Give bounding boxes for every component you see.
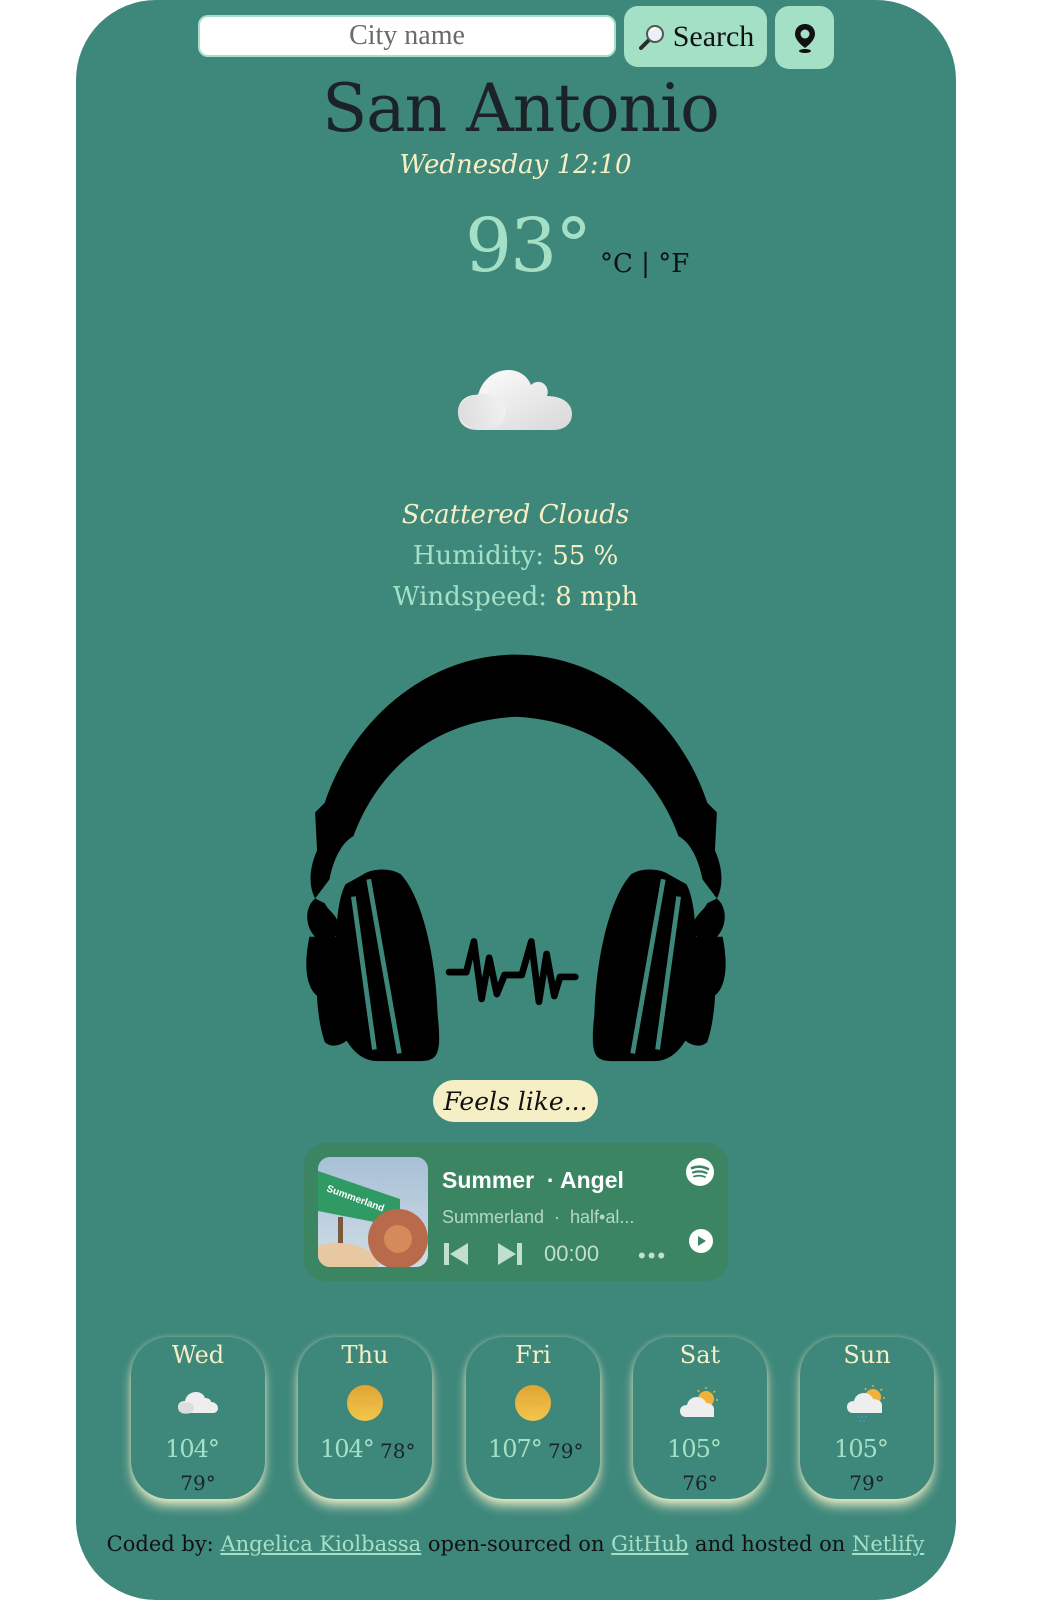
sun-icon	[511, 1383, 555, 1423]
partly-cloudy-rain-icon	[845, 1383, 889, 1423]
forecast-high: 105°	[667, 1435, 722, 1463]
more-options-button[interactable]: •••	[638, 1243, 667, 1269]
footer-mid1: open-sourced on	[421, 1532, 612, 1556]
humidity-value: 55 %	[552, 541, 619, 571]
current-location-button[interactable]	[775, 6, 834, 69]
footer-mid2: and hosted on	[688, 1532, 852, 1556]
search-bar: Search	[0, 6, 1041, 70]
forecast-low: 78°	[380, 1439, 416, 1463]
partly-cloudy-icon	[678, 1383, 722, 1423]
sun-icon	[343, 1383, 387, 1423]
netlify-link[interactable]: Netlify	[852, 1532, 924, 1556]
date-time: Wednesday 12:10	[399, 150, 632, 180]
forecast-day-sat: Sat 105° 76°	[633, 1337, 767, 1499]
spotify-player: Summerland Summer · Angel Summerland · h…	[304, 1143, 728, 1281]
humidity-label: Humidity:	[412, 541, 544, 571]
github-link[interactable]: GitHub	[611, 1532, 688, 1556]
forecast-day-sun: Sun 105° 79°	[800, 1337, 934, 1499]
forecast-day-label: Sat	[679, 1341, 721, 1369]
forecast-high: 105°	[834, 1435, 889, 1463]
weather-description: Scattered Clouds	[401, 500, 630, 530]
feels-like-button[interactable]: Feels like...	[433, 1080, 598, 1122]
forecast-day-label: Fri	[515, 1341, 551, 1369]
search-button[interactable]: Search	[624, 6, 767, 67]
album-cover: Summerland	[318, 1157, 428, 1267]
play-icon[interactable]	[688, 1228, 714, 1254]
footer-prefix: Coded by:	[106, 1532, 221, 1556]
forecast: Wed 104° 79° Thu 104° 78° Fri 107° 79° Sat 105° 76°…	[0, 1337, 1041, 1502]
playback-time: 00:00	[544, 1241, 600, 1266]
forecast-high: 107°	[488, 1435, 543, 1463]
cloud-icon	[176, 1383, 220, 1423]
cloud-icon	[458, 370, 572, 430]
windspeed: Windspeed: 8 mph	[0, 582, 1031, 612]
city-name: San Antonio	[322, 70, 720, 147]
forecast-day-label: Sun	[843, 1341, 891, 1369]
previous-track-icon[interactable]	[442, 1241, 470, 1267]
headphones-icon	[306, 654, 726, 1062]
humidity: Humidity: 55 %	[0, 541, 1031, 571]
track-artist[interactable]: Summerland · half•al...	[442, 1207, 634, 1228]
forecast-low: 76°	[682, 1471, 718, 1495]
celsius-link[interactable]: °C	[600, 249, 633, 279]
forecast-day-wed: Wed 104° 79°	[131, 1337, 265, 1499]
forecast-high: 104°	[320, 1435, 375, 1463]
wind-label: Windspeed:	[392, 582, 547, 612]
track-title[interactable]: Summer · Angel	[442, 1167, 624, 1194]
forecast-high: 104°	[165, 1435, 220, 1463]
unit-separator: |	[632, 249, 659, 279]
current-temperature: 93°	[465, 203, 592, 289]
forecast-low: 79°	[180, 1471, 216, 1495]
magnifier-icon	[638, 24, 664, 50]
forecast-day-label: Thu	[341, 1341, 389, 1369]
forecast-day-fri: Fri 107° 79°	[466, 1337, 600, 1499]
search-button-label: Search	[672, 19, 755, 53]
wind-value: 8 mph	[555, 582, 639, 612]
map-pin-icon	[794, 23, 815, 53]
city-search-input[interactable]	[198, 15, 616, 57]
footer: Coded by: Angelica Kiolbassa open-source…	[0, 1532, 1031, 1556]
player-controls: 00:00	[442, 1239, 599, 1269]
forecast-day-label: Wed	[171, 1341, 225, 1369]
forecast-low: 79°	[849, 1471, 885, 1495]
unit-toggle: °C | °F	[600, 249, 689, 279]
forecast-low: 79°	[548, 1439, 584, 1463]
fahrenheit-link[interactable]: °F	[658, 249, 689, 279]
spotify-logo-icon[interactable]	[685, 1157, 715, 1187]
author-link[interactable]: Angelica Kiolbassa	[220, 1532, 421, 1556]
next-track-icon[interactable]	[496, 1241, 524, 1267]
forecast-day-thu: Thu 104° 78°	[298, 1337, 432, 1499]
